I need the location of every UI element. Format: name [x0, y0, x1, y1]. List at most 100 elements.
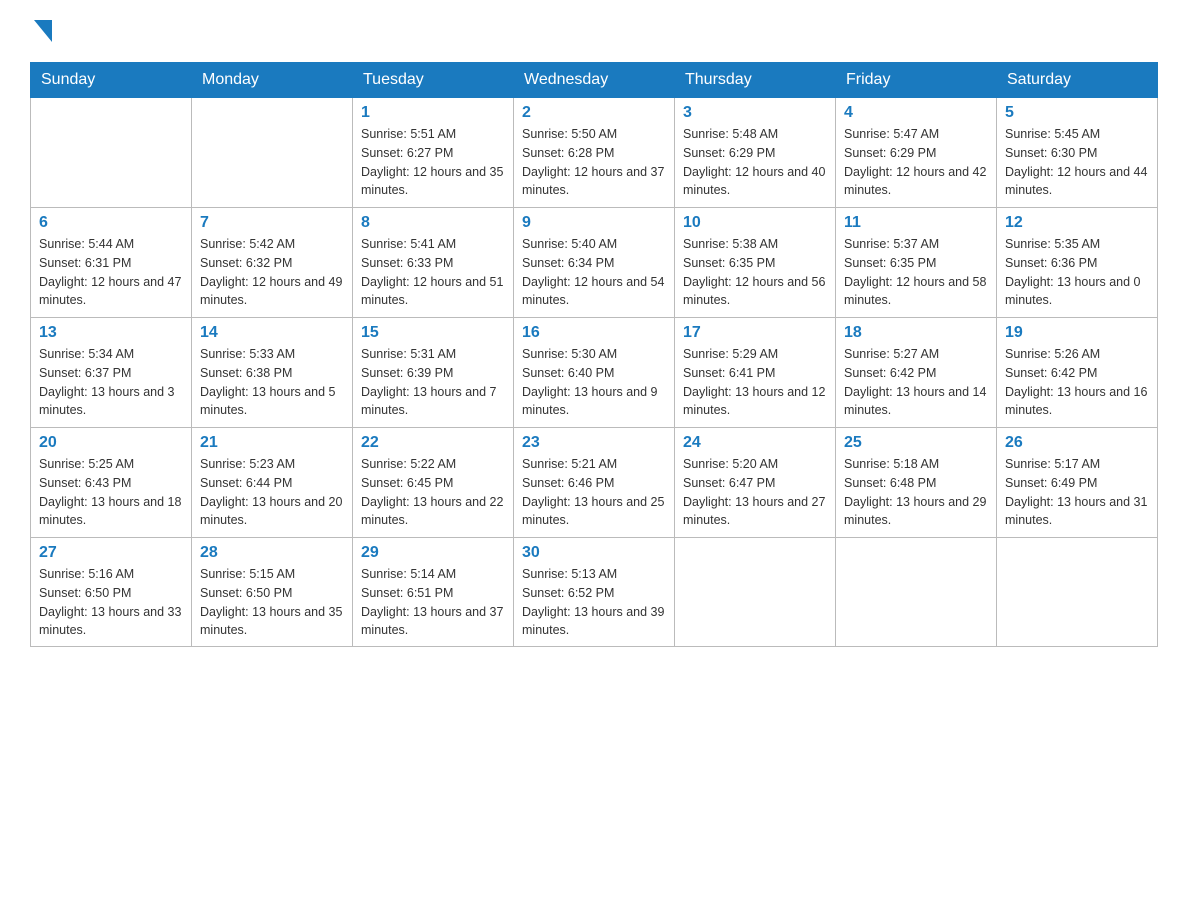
calendar-cell: 9 Sunrise: 5:40 AMSunset: 6:34 PMDaylight… [514, 208, 675, 318]
day-number: 22 [361, 434, 505, 452]
day-number: 3 [683, 104, 827, 122]
day-info: Sunrise: 5:20 AMSunset: 6:47 PMDaylight:… [683, 455, 827, 530]
calendar-cell [675, 538, 836, 647]
day-info: Sunrise: 5:50 AMSunset: 6:28 PMDaylight:… [522, 125, 666, 200]
day-number: 15 [361, 324, 505, 342]
calendar-cell: 2 Sunrise: 5:50 AMSunset: 6:28 PMDaylight… [514, 98, 675, 208]
day-info: Sunrise: 5:27 AMSunset: 6:42 PMDaylight:… [844, 345, 988, 420]
calendar-cell: 17 Sunrise: 5:29 AMSunset: 6:41 PMDayligh… [675, 318, 836, 428]
day-info: Sunrise: 5:35 AMSunset: 6:36 PMDaylight:… [1005, 235, 1149, 310]
logo [30, 20, 56, 42]
day-info: Sunrise: 5:23 AMSunset: 6:44 PMDaylight:… [200, 455, 344, 530]
day-info: Sunrise: 5:13 AMSunset: 6:52 PMDaylight:… [522, 565, 666, 640]
weekday-header-row: SundayMondayTuesdayWednesdayThursdayFrid… [31, 63, 1158, 98]
calendar-cell: 6 Sunrise: 5:44 AMSunset: 6:31 PMDaylight… [31, 208, 192, 318]
calendar-cell: 15 Sunrise: 5:31 AMSunset: 6:39 PMDayligh… [353, 318, 514, 428]
day-number: 29 [361, 544, 505, 562]
day-number: 19 [1005, 324, 1149, 342]
calendar-cell: 24 Sunrise: 5:20 AMSunset: 6:47 PMDayligh… [675, 428, 836, 538]
calendar-cell: 16 Sunrise: 5:30 AMSunset: 6:40 PMDayligh… [514, 318, 675, 428]
day-number: 16 [522, 324, 666, 342]
day-info: Sunrise: 5:34 AMSunset: 6:37 PMDaylight:… [39, 345, 183, 420]
day-info: Sunrise: 5:16 AMSunset: 6:50 PMDaylight:… [39, 565, 183, 640]
day-info: Sunrise: 5:44 AMSunset: 6:31 PMDaylight:… [39, 235, 183, 310]
calendar-week-row: 1 Sunrise: 5:51 AMSunset: 6:27 PMDaylight… [31, 98, 1158, 208]
day-info: Sunrise: 5:17 AMSunset: 6:49 PMDaylight:… [1005, 455, 1149, 530]
calendar-cell: 25Sunrise: 5:18 AMSunset: 6:48 PMDayligh… [836, 428, 997, 538]
day-number: 21 [200, 434, 344, 452]
calendar-cell: 4 Sunrise: 5:47 AMSunset: 6:29 PMDaylight… [836, 98, 997, 208]
calendar-week-row: 6 Sunrise: 5:44 AMSunset: 6:31 PMDaylight… [31, 208, 1158, 318]
calendar-cell [836, 538, 997, 647]
weekday-header-saturday: Saturday [997, 63, 1158, 98]
day-number: 7 [200, 214, 344, 232]
day-info: Sunrise: 5:51 AMSunset: 6:27 PMDaylight:… [361, 125, 505, 200]
weekday-header-thursday: Thursday [675, 63, 836, 98]
day-number: 18 [844, 324, 988, 342]
day-number: 26 [1005, 434, 1149, 452]
day-number: 2 [522, 104, 666, 122]
day-info: Sunrise: 5:15 AMSunset: 6:50 PMDaylight:… [200, 565, 344, 640]
calendar-week-row: 20Sunrise: 5:25 AMSunset: 6:43 PMDayligh… [31, 428, 1158, 538]
calendar-cell: 29Sunrise: 5:14 AMSunset: 6:51 PMDayligh… [353, 538, 514, 647]
day-number: 10 [683, 214, 827, 232]
day-number: 6 [39, 214, 183, 232]
calendar-cell: 22 Sunrise: 5:22 AMSunset: 6:45 PMDayligh… [353, 428, 514, 538]
day-number: 27 [39, 544, 183, 562]
day-number: 1 [361, 104, 505, 122]
day-info: Sunrise: 5:45 AMSunset: 6:30 PMDaylight:… [1005, 125, 1149, 200]
day-info: Sunrise: 5:30 AMSunset: 6:40 PMDaylight:… [522, 345, 666, 420]
calendar-cell: 23 Sunrise: 5:21 AMSunset: 6:46 PMDayligh… [514, 428, 675, 538]
day-info: Sunrise: 5:25 AMSunset: 6:43 PMDaylight:… [39, 455, 183, 530]
day-info: Sunrise: 5:33 AMSunset: 6:38 PMDaylight:… [200, 345, 344, 420]
day-number: 5 [1005, 104, 1149, 122]
day-info: Sunrise: 5:47 AMSunset: 6:29 PMDaylight:… [844, 125, 988, 200]
day-info: Sunrise: 5:37 AMSunset: 6:35 PMDaylight:… [844, 235, 988, 310]
calendar-cell: 12 Sunrise: 5:35 AMSunset: 6:36 PMDayligh… [997, 208, 1158, 318]
calendar-cell: 26 Sunrise: 5:17 AMSunset: 6:49 PMDayligh… [997, 428, 1158, 538]
weekday-header-tuesday: Tuesday [353, 63, 514, 98]
day-info: Sunrise: 5:18 AMSunset: 6:48 PMDaylight:… [844, 455, 988, 530]
day-number: 23 [522, 434, 666, 452]
day-number: 17 [683, 324, 827, 342]
calendar-cell [997, 538, 1158, 647]
calendar-cell: 21 Sunrise: 5:23 AMSunset: 6:44 PMDayligh… [192, 428, 353, 538]
day-number: 8 [361, 214, 505, 232]
day-info: Sunrise: 5:41 AMSunset: 6:33 PMDaylight:… [361, 235, 505, 310]
day-info: Sunrise: 5:31 AMSunset: 6:39 PMDaylight:… [361, 345, 505, 420]
day-info: Sunrise: 5:22 AMSunset: 6:45 PMDaylight:… [361, 455, 505, 530]
day-number: 11 [844, 214, 988, 232]
weekday-header-sunday: Sunday [31, 63, 192, 98]
day-info: Sunrise: 5:38 AMSunset: 6:35 PMDaylight:… [683, 235, 827, 310]
day-number: 14 [200, 324, 344, 342]
day-info: Sunrise: 5:21 AMSunset: 6:46 PMDaylight:… [522, 455, 666, 530]
page-header [30, 20, 1158, 42]
day-info: Sunrise: 5:40 AMSunset: 6:34 PMDaylight:… [522, 235, 666, 310]
day-info: Sunrise: 5:29 AMSunset: 6:41 PMDaylight:… [683, 345, 827, 420]
weekday-header-monday: Monday [192, 63, 353, 98]
calendar-cell: 5 Sunrise: 5:45 AMSunset: 6:30 PMDaylight… [997, 98, 1158, 208]
calendar-cell: 7 Sunrise: 5:42 AMSunset: 6:32 PMDaylight… [192, 208, 353, 318]
calendar-cell: 27 Sunrise: 5:16 AMSunset: 6:50 PMDayligh… [31, 538, 192, 647]
logo-triangle-icon [34, 20, 52, 42]
day-number: 24 [683, 434, 827, 452]
calendar-cell: 14 Sunrise: 5:33 AMSunset: 6:38 PMDayligh… [192, 318, 353, 428]
day-number: 4 [844, 104, 988, 122]
calendar-cell: 13Sunrise: 5:34 AMSunset: 6:37 PMDayligh… [31, 318, 192, 428]
day-number: 28 [200, 544, 344, 562]
calendar-table: SundayMondayTuesdayWednesdayThursdayFrid… [30, 62, 1158, 647]
calendar-cell: 28 Sunrise: 5:15 AMSunset: 6:50 PMDayligh… [192, 538, 353, 647]
day-info: Sunrise: 5:42 AMSunset: 6:32 PMDaylight:… [200, 235, 344, 310]
calendar-cell: 20Sunrise: 5:25 AMSunset: 6:43 PMDayligh… [31, 428, 192, 538]
day-info: Sunrise: 5:48 AMSunset: 6:29 PMDaylight:… [683, 125, 827, 200]
calendar-cell [192, 98, 353, 208]
day-number: 12 [1005, 214, 1149, 232]
calendar-cell: 19Sunrise: 5:26 AMSunset: 6:42 PMDayligh… [997, 318, 1158, 428]
weekday-header-friday: Friday [836, 63, 997, 98]
calendar-cell: 30Sunrise: 5:13 AMSunset: 6:52 PMDayligh… [514, 538, 675, 647]
day-number: 9 [522, 214, 666, 232]
calendar-cell: 10 Sunrise: 5:38 AMSunset: 6:35 PMDayligh… [675, 208, 836, 318]
calendar-cell: 8 Sunrise: 5:41 AMSunset: 6:33 PMDaylight… [353, 208, 514, 318]
calendar-cell [31, 98, 192, 208]
calendar-cell: 1 Sunrise: 5:51 AMSunset: 6:27 PMDaylight… [353, 98, 514, 208]
